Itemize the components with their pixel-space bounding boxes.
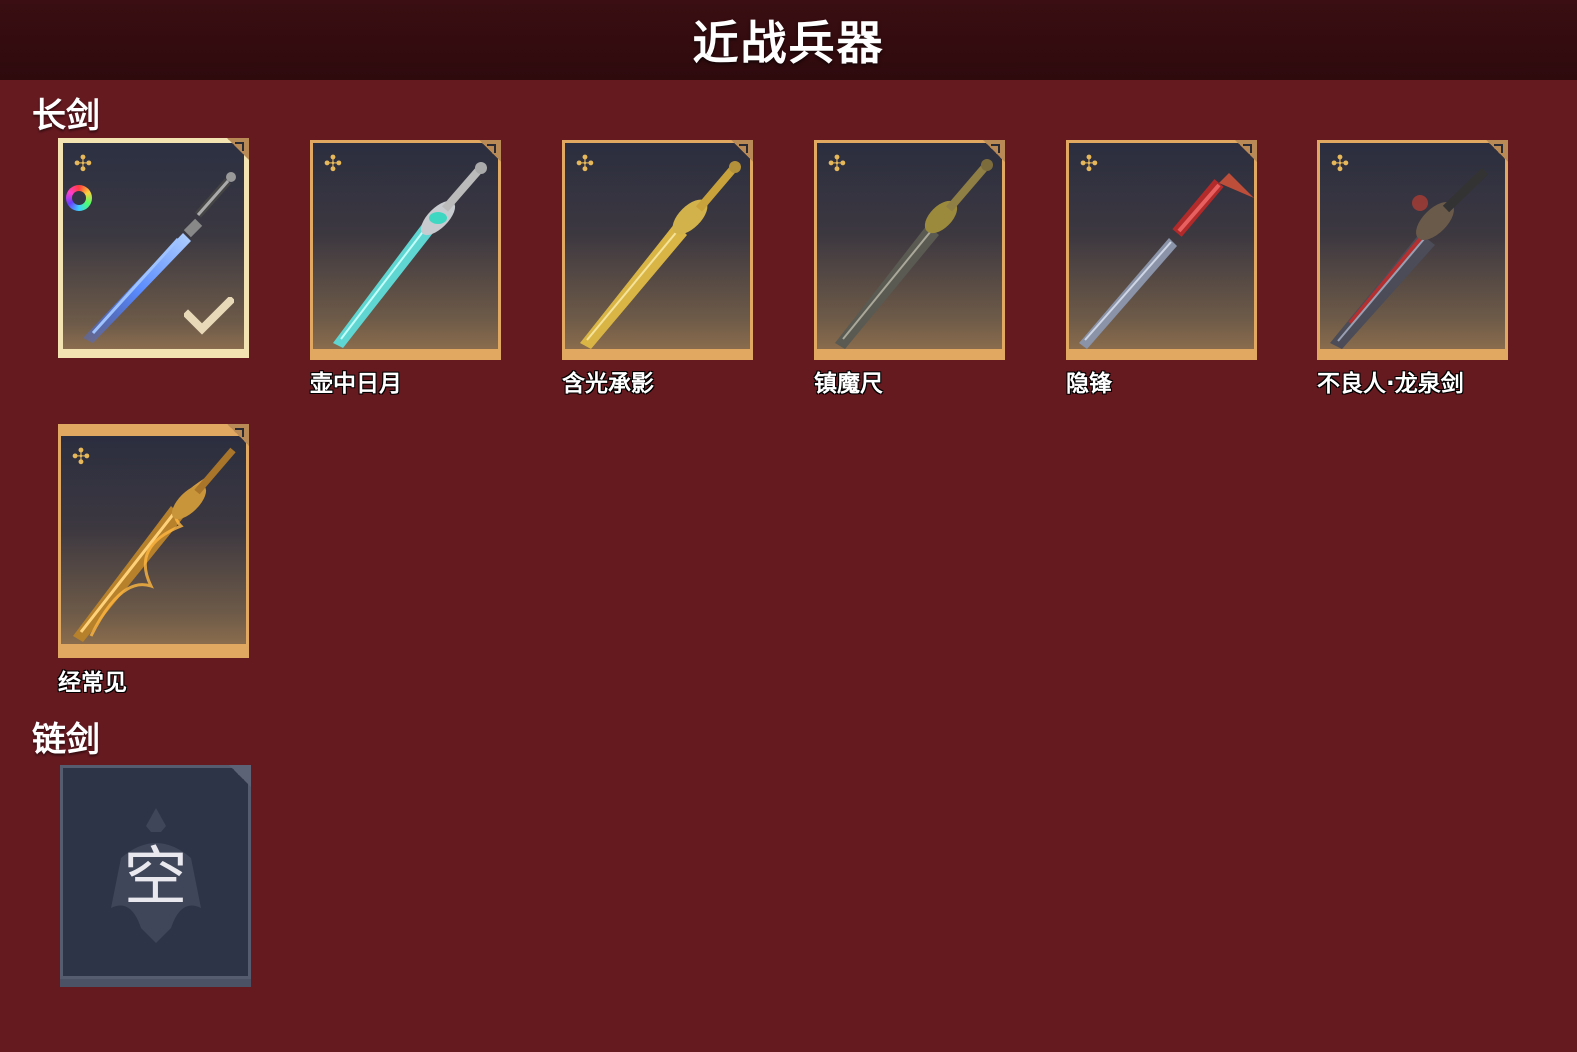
header-bar: 近战兵器 [0, 0, 1577, 80]
card-corner-icon [227, 138, 249, 160]
card-inner: ✣ [817, 143, 1002, 349]
weapon-name: 隐锋 [1066, 371, 1112, 397]
empty-label: 空 [123, 841, 188, 915]
rarity-star-icon: ✣ [1330, 152, 1350, 177]
weapon-name: 含光承影 [562, 371, 654, 397]
section-title-longsword: 长剑 [32, 96, 100, 136]
card-inner: ✣ [61, 436, 246, 644]
card-corner-icon [229, 765, 251, 787]
card-corner-icon [479, 140, 501, 162]
weapon-card-longquanjian[interactable]: ✣ [1317, 140, 1508, 360]
weapon-card-huzhongriyue[interactable]: ✣ [310, 140, 501, 360]
card-inner: ✣ [1069, 143, 1254, 349]
page-title: 近战兵器 [692, 16, 885, 70]
card-inner: ✣ [565, 143, 750, 349]
card-inner: ✣ [313, 143, 498, 349]
card-corner-icon [227, 424, 249, 446]
empty-weapon-slot[interactable]: 空 [60, 765, 251, 987]
card-corner-icon [1235, 140, 1257, 162]
check-icon [184, 297, 234, 335]
weapon-card-hanguangchengying[interactable]: ✣ [562, 140, 753, 360]
card-corner-icon [731, 140, 753, 162]
card-bottom-bar [60, 979, 251, 987]
color-ring-icon [66, 185, 92, 211]
card-inner: ✣ [1320, 143, 1505, 349]
weapon-card-jingchangjian[interactable]: ✣ [58, 424, 249, 658]
weapon-name: 不良人·龙泉剑 [1317, 371, 1464, 397]
rarity-star-icon: ✣ [1079, 152, 1099, 177]
weapon-card-zhenmochi[interactable]: ✣ [814, 140, 1005, 360]
section-title-chainsword: 链剑 [32, 720, 100, 760]
card-corner-icon [1486, 140, 1508, 162]
card-inner: ✣ [63, 143, 244, 349]
card-inner: 空 [63, 768, 248, 976]
weapon-name: 镇魔尺 [814, 371, 883, 397]
weapon-name: 壶中日月 [310, 371, 402, 397]
weapon-card-yinfeng[interactable]: ✣ [1066, 140, 1257, 360]
rarity-star-icon: ✣ [73, 152, 93, 177]
rarity-star-icon: ✣ [323, 152, 343, 177]
rarity-star-icon: ✣ [827, 152, 847, 177]
card-corner-icon [983, 140, 1005, 162]
weapon-name: 经常见 [58, 670, 127, 696]
weapon-card-blue-sword[interactable]: ✣ [58, 138, 249, 358]
rarity-star-icon: ✣ [575, 152, 595, 177]
rarity-star-icon: ✣ [71, 445, 91, 470]
